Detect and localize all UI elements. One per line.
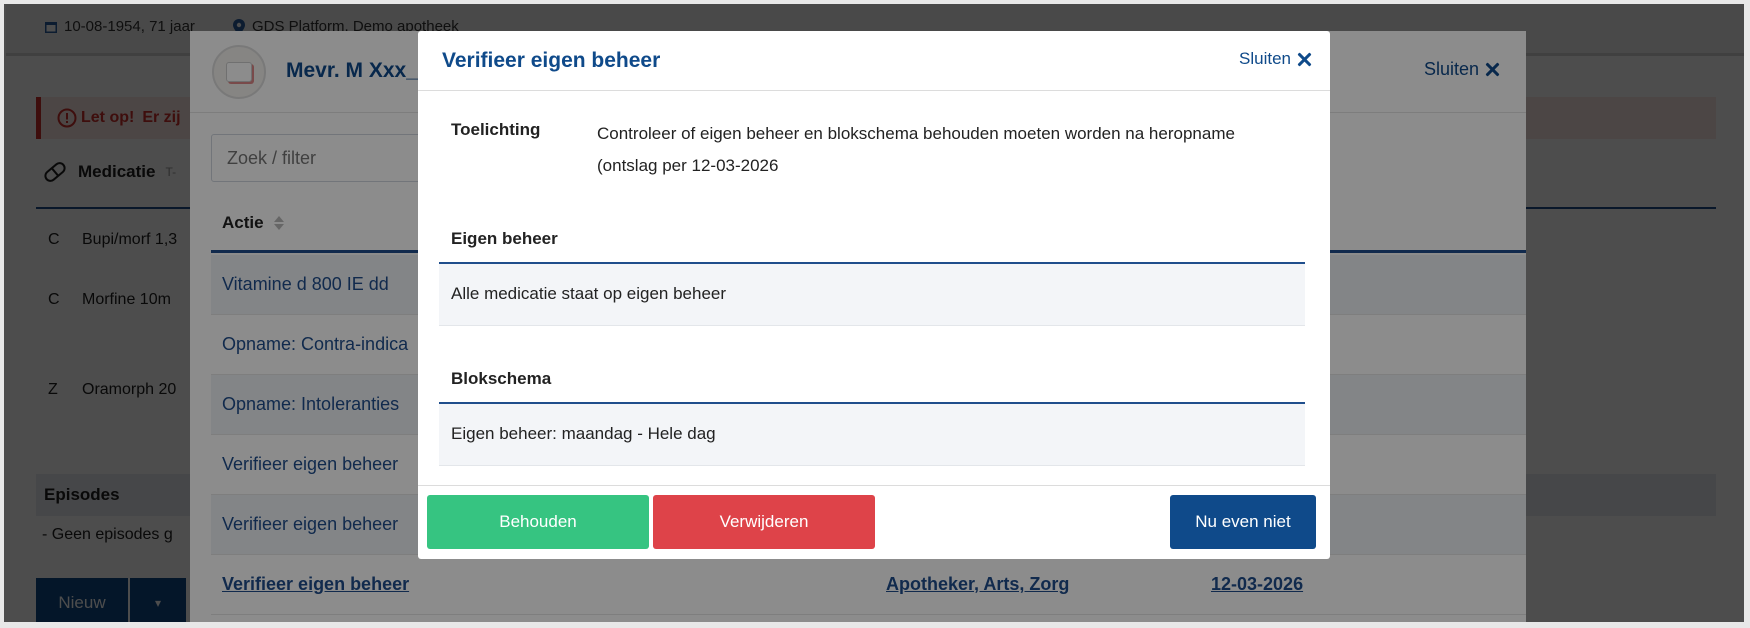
verify-dialog: Verifieer eigen beheer Sluiten Toelichti… xyxy=(418,31,1330,559)
keep-button[interactable]: Behouden xyxy=(427,495,649,549)
self-management-value: Alle medicatie staat op eigen beheer xyxy=(439,264,1305,326)
not-now-button[interactable]: Nu even niet xyxy=(1170,495,1316,549)
schedule-value: Eigen beheer: maandag - Hele dag xyxy=(439,404,1305,466)
delete-button[interactable]: Verwijderen xyxy=(653,495,875,549)
self-management-heading: Eigen beheer xyxy=(439,212,1305,264)
close-icon xyxy=(1297,52,1312,67)
explanation-label: Toelichting xyxy=(451,120,541,139)
explanation-text: Controleer of eigen beheer en blokschema… xyxy=(597,124,1235,175)
dialog-footer-divider xyxy=(418,485,1330,486)
dialog-close-button[interactable]: Sluiten xyxy=(1239,49,1312,69)
schedule-heading: Blokschema xyxy=(439,352,1305,404)
dialog-title: Verifieer eigen beheer xyxy=(442,49,661,72)
dialog-header: Verifieer eigen beheer Sluiten xyxy=(418,31,1330,91)
